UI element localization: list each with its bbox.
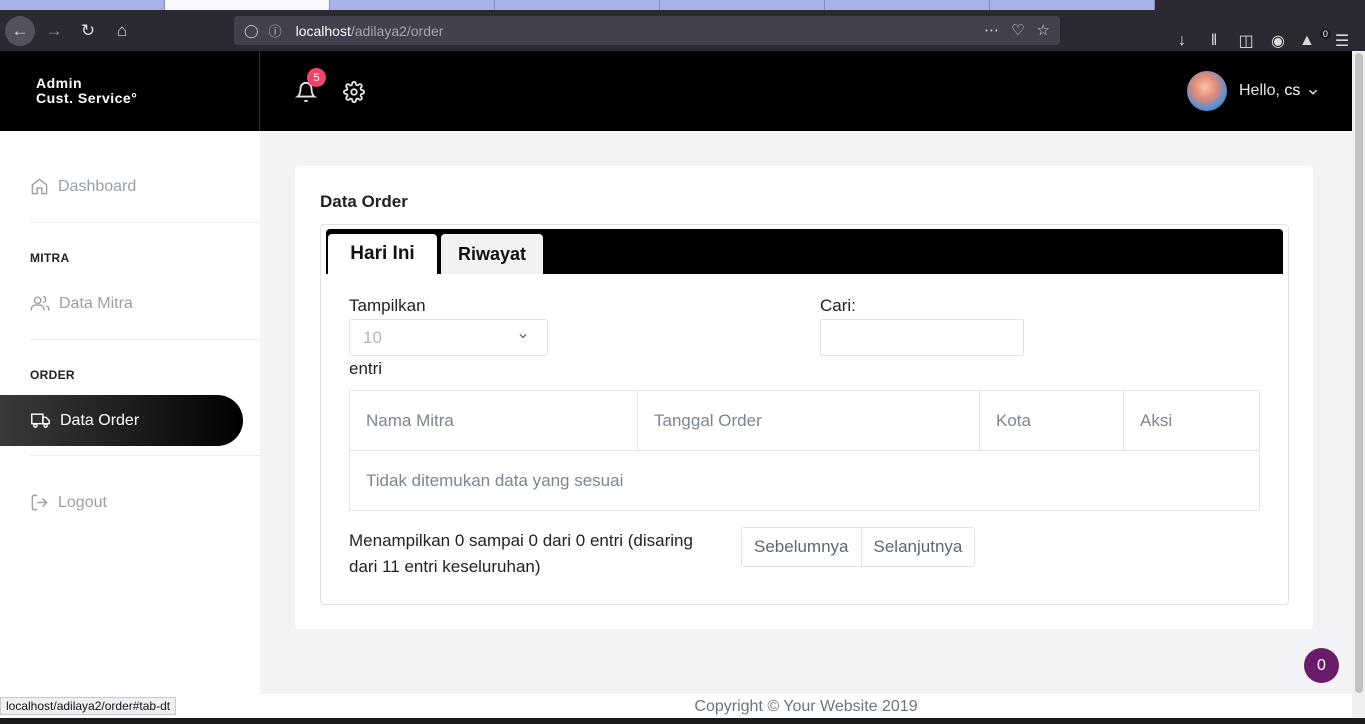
entries-select[interactable]: 10: [349, 319, 548, 356]
tab-riwayat[interactable]: Riwayat: [441, 234, 543, 274]
brand-logo[interactable]: Admin Cust. Service°: [0, 51, 260, 131]
extension-badge: 0: [1319, 28, 1331, 39]
sidebar-item-dashboard[interactable]: Dashboard: [30, 177, 136, 196]
home-icon[interactable]: ⌂: [107, 16, 137, 46]
menu-icon[interactable]: ☰: [1331, 31, 1353, 51]
divider: [30, 339, 260, 340]
tab-hari-ini[interactable]: Hari Ini: [328, 234, 437, 274]
browser-toolbar: ← → ↻ ⌂ ◯ ⓘ localhost/adilaya2/order ⋯ ♡…: [0, 10, 1365, 51]
url-text: localhost/adilaya2/order: [295, 22, 444, 39]
sidebar-item-data-order[interactable]: Data Order: [0, 395, 243, 446]
sidebar-item-label: Dashboard: [58, 177, 137, 195]
avatar[interactable]: [1187, 71, 1227, 111]
browser-tab[interactable]: [825, 0, 990, 10]
browser-tab[interactable]: [990, 0, 1155, 10]
orders-table: Nama Mitra Tanggal Order Kota Aksi Tidak…: [349, 390, 1260, 511]
account-icon[interactable]: ◉: [1267, 31, 1289, 51]
divider: [350, 450, 1259, 451]
reload-icon[interactable]: ↻: [73, 16, 103, 46]
page-title: Data Order: [320, 192, 408, 211]
scrollbar-thumb[interactable]: [1355, 53, 1363, 693]
chevron-down-icon[interactable]: [1306, 85, 1320, 99]
footer-copyright: Copyright © Your Website 2019: [260, 694, 1352, 718]
sidebar-item-label: Data Order: [60, 411, 140, 429]
users-icon: [30, 295, 50, 311]
section-heading-order: ORDER: [30, 368, 75, 382]
more-actions-icon[interactable]: ⋯: [984, 21, 999, 39]
divider: [30, 222, 260, 223]
os-taskbar: [0, 718, 1365, 724]
browser-tab-strip: [0, 0, 1365, 10]
info-icon: ⓘ: [268, 24, 282, 39]
sidebar-item-label: Logout: [58, 493, 107, 511]
previous-button[interactable]: Sebelumnya: [742, 528, 861, 566]
column-header-aksi[interactable]: Aksi: [1124, 391, 1259, 451]
section-heading-mitra: MITRA: [30, 251, 70, 265]
length-suffix: entri: [349, 359, 383, 378]
browser-tab[interactable]: [330, 0, 495, 10]
library-icon[interactable]: ‖: [1203, 32, 1225, 50]
table-info: Menampilkan 0 sampai 0 dari 0 entri (dis…: [349, 531, 693, 576]
pagination: Sebelumnya Selanjutnya: [741, 527, 976, 567]
brand-line2: Cust. Service°: [36, 90, 138, 106]
sidebar-toggle-icon[interactable]: ◫: [1235, 31, 1257, 51]
pocket-icon[interactable]: ♡: [1011, 21, 1024, 39]
browser-tab[interactable]: [0, 0, 165, 10]
extension-icon[interactable]: ▲ 0: [1299, 28, 1331, 50]
shield-icon: ◯: [244, 22, 259, 38]
browser-tab[interactable]: [495, 0, 660, 10]
notification-badge: 5: [307, 68, 326, 87]
length-label: Tampilkan: [349, 296, 426, 315]
chat-bubble-button[interactable]: 0: [1304, 648, 1339, 683]
brand-line1: Admin: [36, 75, 83, 91]
truck-icon: [31, 413, 50, 428]
column-header-kota[interactable]: Kota: [980, 391, 1124, 451]
back-icon[interactable]: ←: [5, 15, 35, 46]
divider: [30, 455, 260, 456]
user-greeting[interactable]: Hello, cs: [1239, 82, 1300, 100]
forward-icon[interactable]: →: [39, 16, 69, 46]
empty-table-message: Tidak ditemukan data yang sesuai: [366, 471, 624, 490]
column-header-nama-mitra[interactable]: Nama Mitra: [350, 391, 638, 451]
sidebar-item-logout[interactable]: Logout: [30, 493, 107, 512]
address-bar[interactable]: ◯ ⓘ localhost/adilaya2/order ⋯ ♡ ☆: [234, 16, 1060, 45]
status-url: localhost/adilaya2/order#tab-dt: [0, 697, 177, 715]
sidebar: Dashboard MITRA Data Mitra ORDER Data Or…: [0, 131, 260, 718]
sidebar-item-data-mitra[interactable]: Data Mitra: [30, 294, 133, 313]
search-input[interactable]: [820, 319, 1024, 356]
chevron-down-icon: [519, 334, 527, 339]
browser-tab-active[interactable]: [165, 0, 330, 10]
home-icon: [31, 178, 48, 195]
logout-icon: [31, 494, 48, 511]
search-label: Cari:: [820, 296, 856, 315]
browser-tab[interactable]: [660, 0, 825, 10]
bookmark-star-icon[interactable]: ☆: [1037, 21, 1050, 39]
column-header-tanggal-order[interactable]: Tanggal Order: [638, 391, 980, 451]
download-icon[interactable]: ↓: [1171, 32, 1193, 50]
sidebar-item-label: Data Mitra: [59, 294, 133, 312]
next-button[interactable]: Selanjutnya: [860, 528, 975, 566]
app-header: Admin Cust. Service° 5 Hello, cs: [0, 51, 1352, 131]
entries-select-value: 10: [363, 327, 382, 347]
gear-icon[interactable]: [343, 81, 365, 103]
